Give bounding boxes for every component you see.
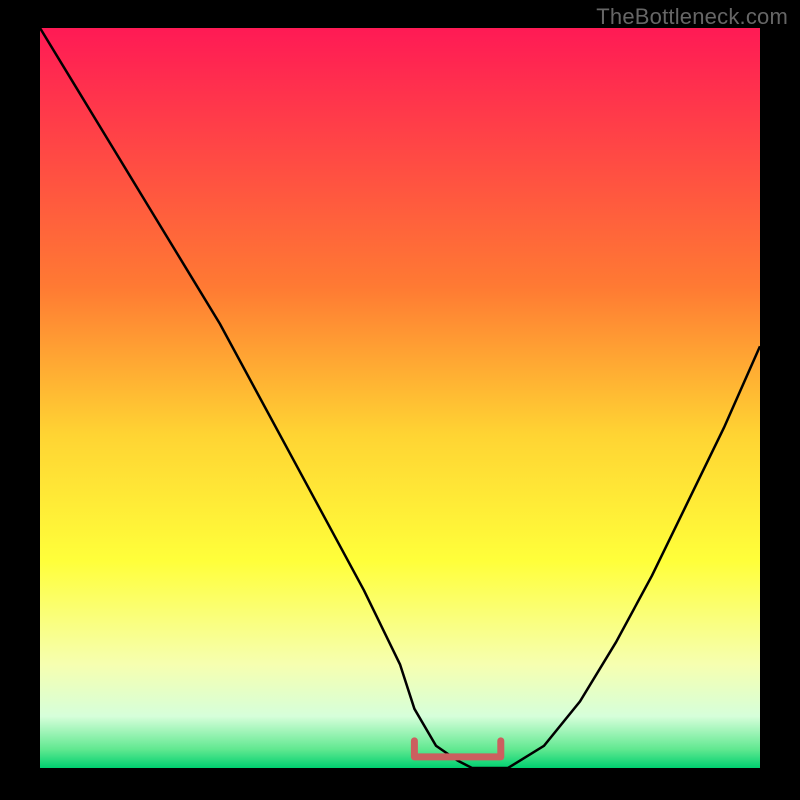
gradient-background	[40, 28, 760, 768]
watermark-text: TheBottleneck.com	[596, 4, 788, 30]
chart-frame: TheBottleneck.com	[0, 0, 800, 800]
plot-area	[40, 28, 760, 768]
chart-svg	[40, 28, 760, 768]
